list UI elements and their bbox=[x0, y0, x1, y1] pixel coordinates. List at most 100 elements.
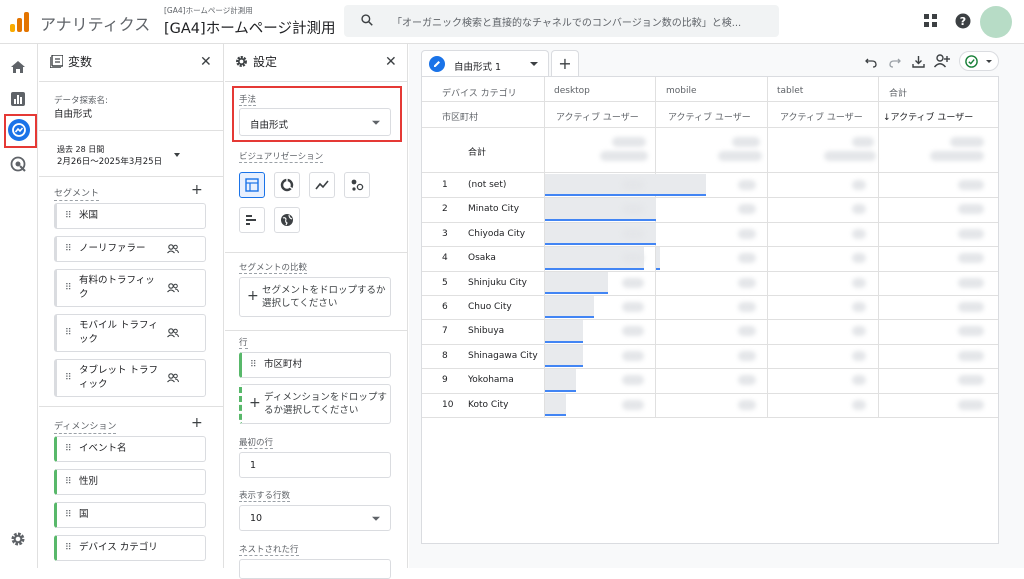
city-name[interactable]: Osaka bbox=[468, 253, 496, 263]
drag-handle-icon[interactable]: ⠿ bbox=[65, 211, 72, 221]
home-icon[interactable] bbox=[10, 60, 26, 74]
apps-grid-icon[interactable] bbox=[924, 14, 938, 28]
drag-handle-icon[interactable]: ⠿ bbox=[250, 360, 257, 370]
avatar[interactable] bbox=[980, 6, 1012, 38]
tab-free-form-1[interactable]: 自由形式 1 bbox=[421, 50, 549, 76]
technique-select[interactable]: 自由形式 bbox=[239, 108, 391, 136]
app-title[interactable]: アナリティクス bbox=[40, 11, 150, 35]
drag-handle-icon[interactable]: ⠿ bbox=[65, 543, 72, 553]
download-icon[interactable] bbox=[912, 55, 925, 68]
city-name[interactable]: Yokohama bbox=[468, 375, 514, 385]
row-dimension-header[interactable]: 市区町村 bbox=[442, 110, 478, 123]
row-dimension-chip[interactable]: ⠿ 市区町村 bbox=[239, 352, 391, 378]
exploration-name-input[interactable]: 自由形式 bbox=[54, 106, 92, 120]
dimension-chip[interactable]: ⠿ デバイス カテゴリ bbox=[54, 535, 206, 561]
divider bbox=[422, 127, 998, 128]
redacted-value bbox=[732, 137, 760, 147]
settings-gear-icon[interactable] bbox=[10, 531, 26, 547]
chevron-down-icon[interactable] bbox=[174, 153, 180, 157]
scatter-viz-button[interactable] bbox=[344, 172, 370, 198]
redacted-value bbox=[622, 350, 644, 361]
property-name[interactable]: [GA4]ホームページ計測用 bbox=[164, 17, 335, 38]
variables-title: 変数 bbox=[68, 55, 93, 69]
drag-handle-icon[interactable]: ⠿ bbox=[65, 444, 72, 454]
city-name[interactable]: Shinjuku City bbox=[468, 278, 527, 288]
column-header-desktop[interactable]: desktop bbox=[554, 86, 590, 96]
table-row[interactable] bbox=[422, 173, 998, 197]
add-tab-button[interactable]: + bbox=[551, 50, 579, 76]
dimension-chip[interactable]: ⠿ 国 bbox=[54, 502, 206, 528]
city-name[interactable]: Shibuya bbox=[468, 326, 504, 336]
city-name[interactable]: Shinagawa City bbox=[468, 351, 538, 361]
segment-chip[interactable]: ⠿ モバイル トラフィック bbox=[54, 314, 206, 352]
line-viz-button[interactable] bbox=[309, 172, 335, 198]
first-row-input[interactable]: 1 bbox=[239, 452, 391, 478]
show-rows-select[interactable]: 10 bbox=[239, 505, 391, 531]
city-name[interactable]: Chiyoda City bbox=[468, 229, 525, 239]
redacted-value bbox=[852, 204, 866, 215]
city-name[interactable]: (not set) bbox=[468, 180, 506, 190]
analytics-logo-icon[interactable] bbox=[10, 12, 30, 32]
geo-viz-button[interactable] bbox=[274, 207, 300, 233]
segment-chip[interactable]: ⠿ タブレット トラフィック bbox=[54, 359, 206, 397]
metric-header[interactable]: アクティブ ユーザー bbox=[780, 110, 863, 123]
date-range[interactable]: 2月26日～2025年3月25日 bbox=[57, 155, 162, 167]
city-name[interactable]: Minato City bbox=[468, 204, 519, 214]
column-dimension-header[interactable]: デバイス カテゴリ bbox=[442, 86, 517, 99]
explore-icon[interactable] bbox=[8, 119, 30, 141]
add-dimension-icon[interactable]: + bbox=[191, 415, 203, 431]
drag-handle-icon[interactable]: ⠿ bbox=[65, 244, 72, 254]
dimension-drop-zone[interactable]: + ディメンションをドロップするか選択してください bbox=[239, 384, 391, 424]
chevron-down-icon[interactable] bbox=[530, 62, 538, 66]
table-viz-button[interactable] bbox=[239, 172, 265, 198]
redacted-value bbox=[958, 277, 984, 288]
redo-icon[interactable] bbox=[889, 56, 901, 68]
help-icon[interactable]: ? bbox=[955, 13, 971, 29]
metric-header-sorted[interactable]: ↓アクティブ ユーザー bbox=[883, 110, 973, 123]
column-header-mobile[interactable]: mobile bbox=[666, 86, 697, 96]
property-account-label[interactable]: [GA4]ホームページ計測用 bbox=[164, 5, 253, 16]
user-segment-icon bbox=[167, 244, 179, 254]
metric-header[interactable]: アクティブ ユーザー bbox=[668, 110, 751, 123]
drag-handle-icon[interactable]: ⠿ bbox=[65, 328, 72, 338]
redacted-value bbox=[824, 151, 876, 161]
search-input[interactable]: 「オーガニック検索と直接的なチャネルでのコンバージョン数の比較」と検... bbox=[392, 14, 776, 29]
table-row[interactable] bbox=[422, 246, 998, 270]
bar-viz-button[interactable] bbox=[239, 207, 265, 233]
add-icon: + bbox=[249, 395, 261, 411]
edit-pencil-icon[interactable] bbox=[429, 56, 445, 72]
city-name[interactable]: Koto City bbox=[468, 400, 509, 410]
drag-handle-icon[interactable]: ⠿ bbox=[65, 510, 72, 520]
segment-chip[interactable]: ⠿ ノーリファラー bbox=[54, 236, 206, 262]
desktop-bar bbox=[545, 296, 594, 319]
column-header-tablet[interactable]: tablet bbox=[777, 86, 803, 96]
drag-handle-icon[interactable]: ⠿ bbox=[65, 283, 72, 293]
drag-handle-icon[interactable]: ⠿ bbox=[65, 477, 72, 487]
city-name[interactable]: Chuo City bbox=[468, 302, 512, 312]
reports-icon[interactable] bbox=[10, 91, 26, 107]
drag-handle-icon[interactable]: ⠿ bbox=[65, 373, 72, 383]
nested-rows-select[interactable] bbox=[239, 559, 391, 579]
advertising-icon[interactable] bbox=[10, 156, 27, 173]
add-icon: + bbox=[247, 288, 259, 304]
close-icon[interactable]: ✕ bbox=[385, 54, 397, 70]
date-preset-label[interactable]: 過去 28 日間 bbox=[57, 144, 104, 155]
redacted-value bbox=[738, 375, 756, 386]
add-segment-icon[interactable]: + bbox=[191, 182, 203, 198]
dimension-chip[interactable]: ⠿ 性別 bbox=[54, 469, 206, 495]
table-row[interactable] bbox=[422, 319, 998, 343]
redacted-value bbox=[600, 151, 648, 161]
dimension-chip[interactable]: ⠿ イベント名 bbox=[54, 436, 206, 462]
segment-chip[interactable]: ⠿ 有料のトラフィック bbox=[54, 269, 206, 307]
status-check-button[interactable] bbox=[959, 51, 999, 71]
close-icon[interactable]: ✕ bbox=[200, 54, 212, 70]
donut-viz-button[interactable] bbox=[274, 172, 300, 198]
share-user-icon[interactable] bbox=[934, 54, 950, 68]
segment-drop-zone[interactable]: + セグメントをドロップするか選択してください bbox=[239, 277, 391, 317]
undo-icon[interactable] bbox=[865, 56, 877, 68]
metric-header[interactable]: アクティブ ユーザー bbox=[556, 110, 639, 123]
column-header-total[interactable]: 合計 bbox=[889, 86, 907, 99]
row-number: 1 bbox=[442, 180, 448, 190]
search-bar[interactable]: 「オーガニック検索と直接的なチャネルでのコンバージョン数の比較」と検... bbox=[344, 5, 779, 37]
segment-chip[interactable]: ⠿ 米国 bbox=[54, 203, 206, 229]
